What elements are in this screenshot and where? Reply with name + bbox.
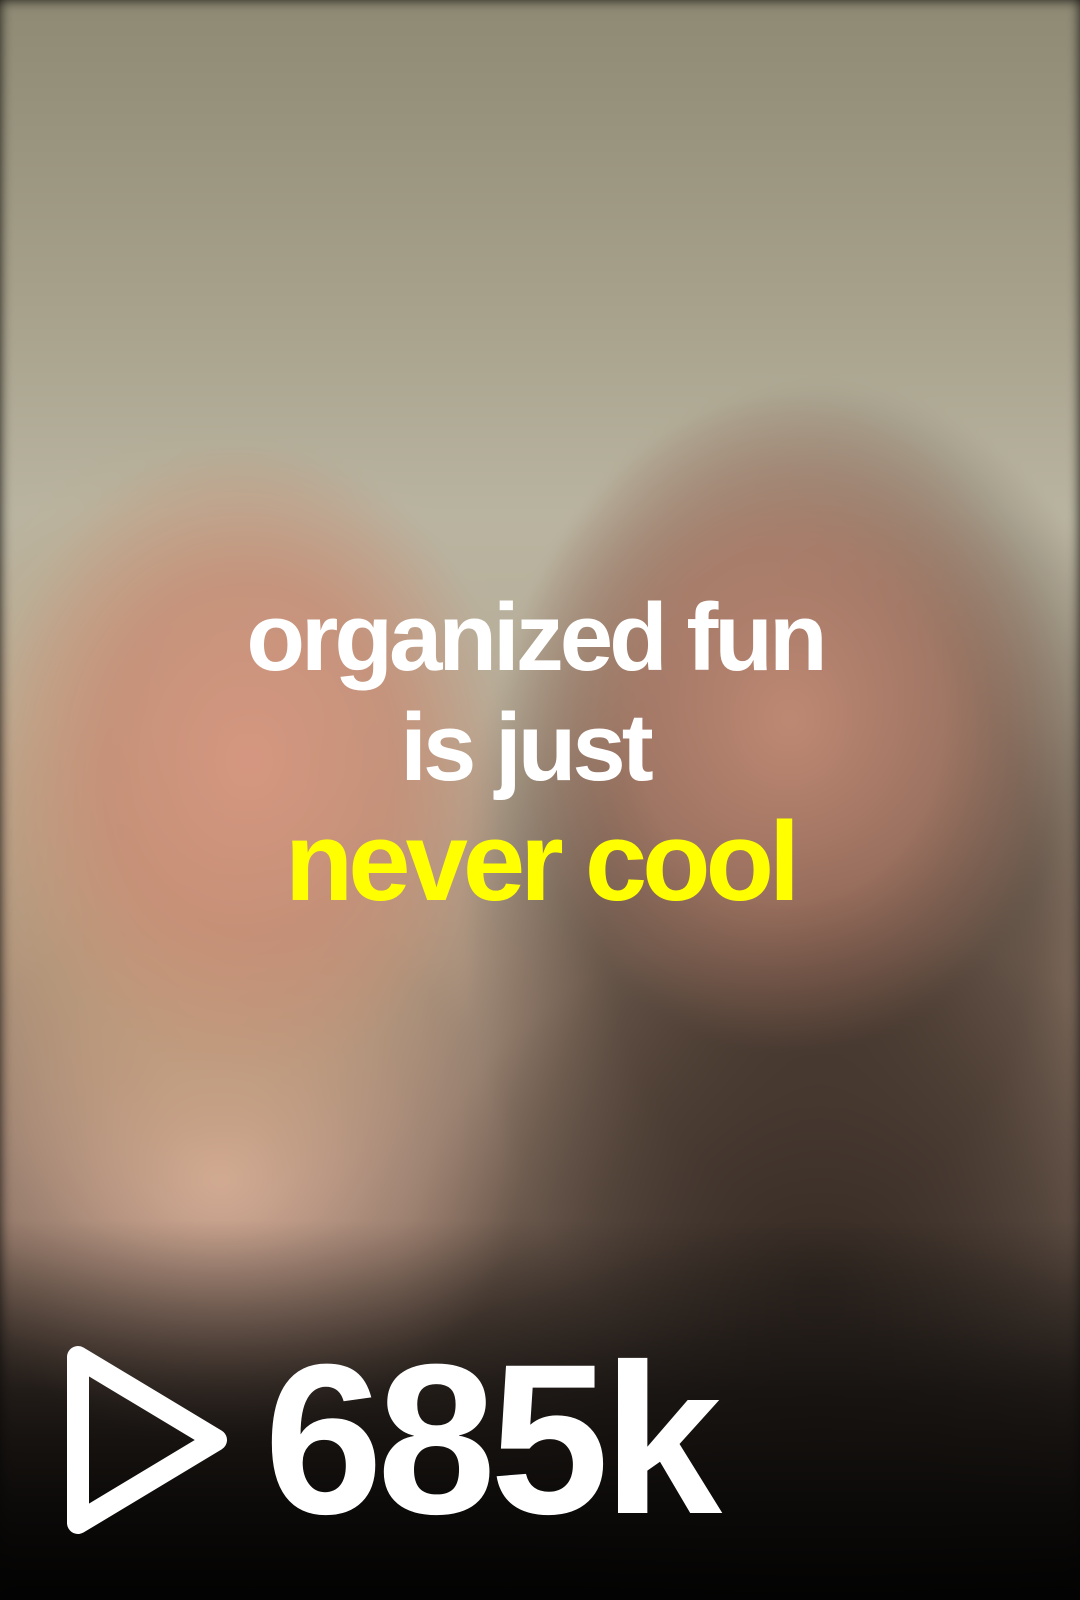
play-outline-icon — [67, 1346, 227, 1534]
caption-line-highlight: never cool — [284, 799, 800, 924]
view-count-badge: 685k — [56, 1320, 722, 1559]
caption-line-2: is just — [400, 694, 653, 801]
view-count: 685k — [264, 1320, 722, 1559]
video-thumbnail[interactable]: organized fun is just never cool 685k — [0, 0, 1080, 1600]
caption-overlay: organized fun is just never cool — [0, 590, 1080, 918]
caption-line-1: organized fun — [246, 584, 827, 691]
